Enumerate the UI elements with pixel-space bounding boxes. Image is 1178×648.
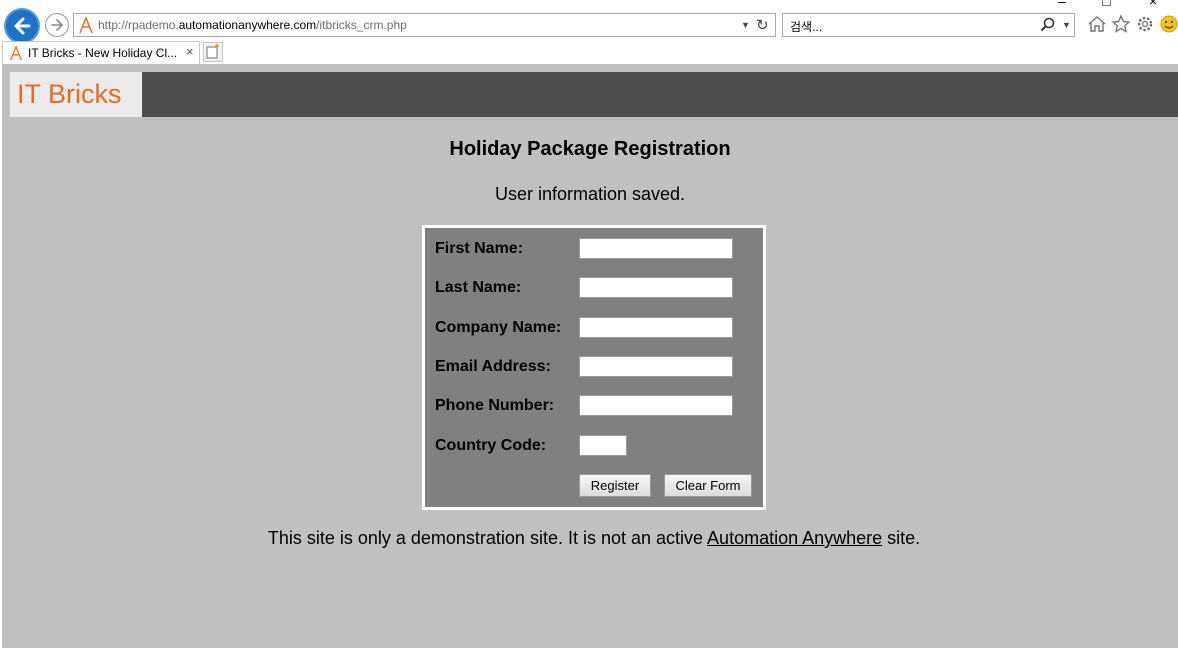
arrow-right-icon (51, 19, 63, 31)
settings-gear-icon[interactable] (1135, 14, 1155, 34)
close-window-icon[interactable]: × (1149, 0, 1157, 8)
maximize-icon[interactable]: □ (1102, 0, 1110, 8)
address-bar[interactable]: http://rpademo.automationanywhere.com/it… (73, 13, 776, 37)
clear-form-button[interactable]: Clear Form (664, 474, 752, 497)
search-box[interactable]: 검색... ▼ (782, 13, 1075, 37)
search-input[interactable]: 검색... (790, 18, 822, 35)
address-dropdown-icon[interactable]: ▼ (741, 20, 750, 30)
footer-disclaimer: This site is only a demonstration site. … (2, 528, 1178, 549)
status-message: User information saved. (494, 184, 686, 204)
company-name-field[interactable] (579, 317, 733, 338)
address-url: http://rpademo.automationanywhere.com/it… (98, 18, 407, 32)
minimize-icon[interactable]: – (1058, 0, 1066, 8)
browser-tab[interactable]: IT Bricks - New Holiday Cl... × (2, 41, 200, 64)
smiley-feedback-icon[interactable] (1159, 14, 1178, 34)
site-logo[interactable]: IT Bricks (10, 72, 142, 117)
tab-close-icon[interactable]: × (186, 44, 194, 59)
phone-label: Phone Number: (435, 397, 555, 414)
last-name-label: Last Name: (435, 279, 522, 296)
home-icon[interactable] (1087, 14, 1107, 34)
last-name-field[interactable] (579, 277, 733, 298)
new-tab-button[interactable] (203, 42, 223, 62)
phone-field[interactable] (579, 395, 733, 416)
automation-anywhere-link[interactable]: Automation Anywhere (707, 528, 882, 548)
new-tab-icon (206, 44, 219, 59)
register-button[interactable]: Register (579, 474, 651, 497)
site-header: IT Bricks (10, 72, 1178, 117)
first-name-label: First Name: (435, 240, 524, 257)
site-favicon-icon (79, 16, 93, 34)
page-content: IT Bricks Holiday Package Registration U… (2, 64, 1178, 648)
footer-text-before: This site is only a demonstration site. … (267, 528, 708, 548)
search-icon[interactable] (1040, 17, 1056, 33)
browser-chrome: – □ × http://rpademo.automationanywhere.… (0, 0, 1178, 64)
arrow-left-icon (14, 17, 31, 35)
tab-title: IT Bricks - New Holiday Cl... (28, 46, 178, 60)
favorites-star-icon[interactable] (1111, 14, 1131, 34)
country-code-field[interactable] (579, 435, 627, 456)
forward-button[interactable] (45, 13, 69, 37)
email-field[interactable] (579, 356, 733, 377)
page-title: Holiday Package Registration (449, 138, 731, 160)
refresh-icon[interactable]: ↻ (756, 16, 769, 34)
footer-text-after: site. (882, 528, 921, 548)
window-controls: – □ × (1058, 0, 1178, 8)
back-button[interactable] (4, 8, 40, 44)
company-name-label: Company Name: (435, 319, 562, 336)
country-code-label: Country Code: (435, 437, 547, 454)
email-label: Email Address: (435, 358, 551, 375)
form-buttons-row: Register Clear Form (435, 474, 755, 497)
registration-form: First Name: Last Name: Company Name: Ema… (422, 225, 766, 510)
tab-favicon-icon (10, 45, 22, 61)
first-name-field[interactable] (579, 238, 733, 259)
search-dropdown-icon[interactable]: ▼ (1062, 20, 1071, 30)
